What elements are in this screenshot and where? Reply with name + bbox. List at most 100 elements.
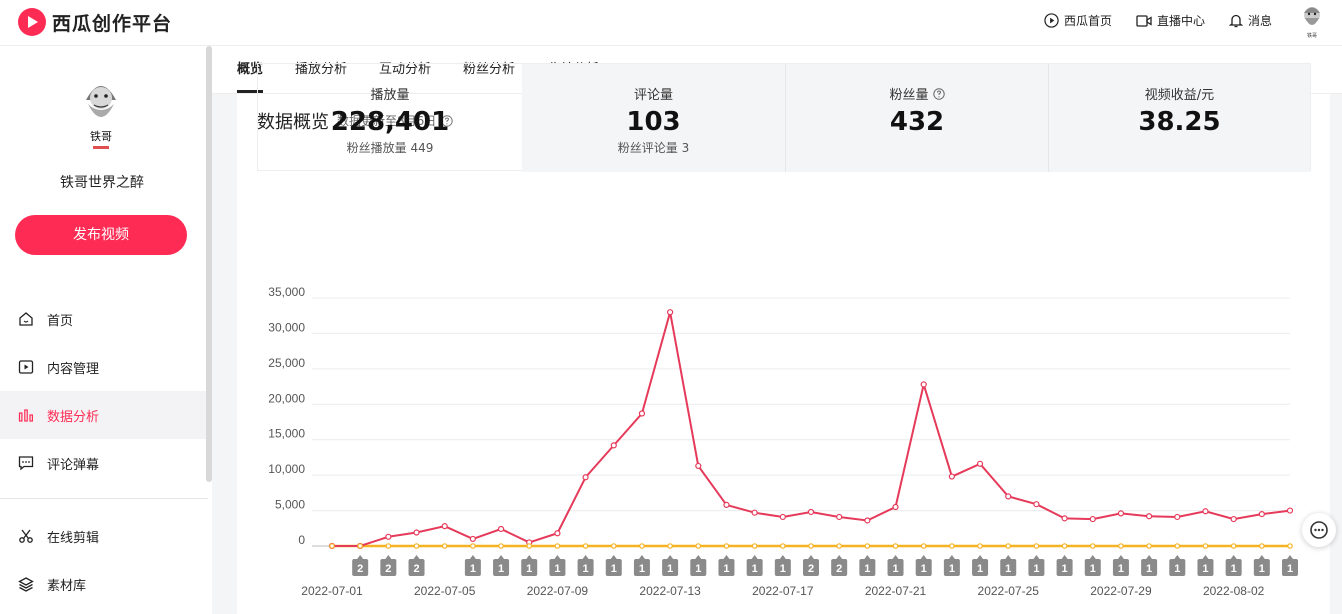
- publish-marker-count: 1: [752, 563, 758, 575]
- publish-marker-count: 1: [554, 563, 560, 575]
- scissors-icon: [19, 529, 33, 543]
- publish-marker-tip: [920, 555, 927, 559]
- data-point: [582, 543, 589, 549]
- y-tick-label: 25,000: [268, 356, 305, 370]
- sidebar-item-editor[interactable]: 在线剪辑: [0, 512, 208, 560]
- data-point: [1202, 543, 1209, 549]
- home-link[interactable]: 西瓜首页: [1044, 12, 1112, 29]
- publish-marker-count: 1: [1174, 563, 1180, 575]
- sidebar-item-analytics[interactable]: 数据分析: [0, 391, 208, 439]
- publish-marker-count: 1: [1118, 563, 1124, 575]
- x-tick-label: 2022-07-29: [1090, 584, 1152, 598]
- metric-value: 432: [889, 107, 945, 137]
- metric-value: 38.25: [1138, 107, 1221, 137]
- publish-marker-tip: [385, 555, 392, 559]
- y-tick-label: 20,000: [268, 391, 305, 405]
- publish-marker-tip: [554, 555, 561, 559]
- feedback-button[interactable]: [1302, 513, 1336, 547]
- app-logo[interactable]: 西瓜创作平台: [18, 8, 172, 36]
- metric-revenue[interactable]: 视频收益/元 38.25: [1048, 64, 1310, 172]
- data-point: [920, 543, 927, 549]
- publish-marker-count: 1: [1033, 563, 1039, 575]
- publish-marker-count: 2: [357, 563, 363, 575]
- data-point: [1005, 543, 1012, 549]
- metric-fans[interactable]: 粉丝量 432: [785, 64, 1048, 172]
- data-point: [498, 543, 504, 549]
- publish-marker-tip: [1005, 555, 1012, 559]
- metric-label: 视频收益/元: [1144, 88, 1215, 103]
- publish-marker-tip: [808, 555, 814, 559]
- data-point: [385, 543, 392, 549]
- publish-marker-count: 1: [1231, 563, 1237, 575]
- publish-marker-count: 2: [413, 563, 419, 575]
- data-point: [470, 543, 476, 549]
- publish-marker-count: 1: [892, 563, 898, 575]
- sidebar-item-home[interactable]: 首页: [0, 295, 208, 343]
- x-tick-label: 2022-07-13: [639, 584, 701, 598]
- metric-plays[interactable]: 播放量 228,401 粉丝播放量 449: [258, 64, 522, 172]
- plays-line-chart[interactable]: 0 5,000 10,000 15,000 20,000 25,000 30,000 35,0…: [257, 286, 1317, 614]
- metric-value: 103: [626, 107, 681, 137]
- data-point: [497, 525, 505, 533]
- app-name: 西瓜创作平台: [52, 12, 173, 35]
- messages-link[interactable]: 消息: [1228, 12, 1272, 29]
- home-icon: [19, 312, 33, 326]
- live-center-link[interactable]: 直播中心: [1136, 12, 1205, 29]
- publish-marker-tip: [723, 555, 730, 559]
- data-point: [554, 543, 561, 549]
- y-tick-label: 30,000: [268, 320, 305, 334]
- data-point: [976, 460, 984, 467]
- publish-marker-count: 1: [1146, 563, 1152, 575]
- publish-marker-tip: [751, 555, 758, 559]
- metric-comments[interactable]: 评论量 103 粉丝评论量 3: [522, 64, 785, 172]
- data-point: [1258, 511, 1265, 518]
- data-point: [1259, 543, 1265, 549]
- y-tick-label: 15,000: [268, 427, 305, 441]
- data-point: [610, 543, 617, 549]
- sidebar-item-label: 内容管理: [47, 361, 100, 377]
- publish-marker-count: 1: [470, 563, 476, 575]
- metric-label: 粉丝量: [889, 88, 929, 103]
- play-circle-icon: [1044, 13, 1059, 28]
- x-tick-label: 2022-07-21: [865, 584, 927, 598]
- publish-marker-count: 1: [611, 563, 617, 575]
- publish-marker-tip: [667, 555, 674, 559]
- x-tick-label: 2022-07-05: [414, 584, 476, 598]
- data-point: [977, 543, 983, 549]
- publish-marker-count: 1: [1259, 563, 1265, 575]
- live-center-label: 直播中心: [1156, 14, 1205, 28]
- metric-value: 228,401: [330, 107, 450, 137]
- video-camera-icon: [1136, 14, 1152, 27]
- publish-marker-count: 1: [977, 563, 983, 575]
- data-point: [469, 535, 476, 543]
- publish-marker-tip: [1258, 555, 1265, 559]
- data-point: [1230, 515, 1237, 523]
- publish-marker-tip: [498, 555, 505, 559]
- data-point: [1202, 508, 1209, 515]
- help-icon[interactable]: [932, 87, 945, 100]
- metric-label: 播放量: [370, 88, 410, 103]
- top-bar: 西瓜创作平台 西瓜首页 直播中心 消息 铁哥: [0, 0, 1342, 46]
- data-point: [413, 529, 420, 536]
- data-point: [329, 543, 335, 549]
- sidebar-item-content[interactable]: 内容管理: [0, 343, 208, 391]
- publish-marker-count: 2: [808, 563, 814, 575]
- publish-video-button[interactable]: 发布视频: [15, 215, 187, 255]
- sidebar-item-label: 数据分析: [47, 409, 100, 425]
- data-point: [723, 501, 730, 509]
- data-point: [638, 410, 646, 417]
- publish-marker-tip: [413, 555, 420, 559]
- sidebar-item-materials[interactable]: 素材库: [0, 560, 208, 608]
- publish-marker-count: 1: [526, 563, 532, 575]
- publish-marker-count: 1: [695, 563, 701, 575]
- y-tick-label: 5,000: [275, 498, 305, 512]
- x-tick-label: 2022-07-09: [527, 584, 589, 598]
- data-point: [836, 513, 843, 521]
- publish-marker-tip: [638, 555, 645, 559]
- data-point: [1146, 543, 1152, 549]
- publish-marker-tip: [1117, 555, 1124, 559]
- profile-avatar[interactable]: 铁哥: [78, 78, 124, 152]
- user-avatar[interactable]: 铁哥: [1298, 4, 1326, 40]
- sidebar-item-comments[interactable]: 评论弹幕: [0, 439, 208, 487]
- data-point: [836, 543, 842, 549]
